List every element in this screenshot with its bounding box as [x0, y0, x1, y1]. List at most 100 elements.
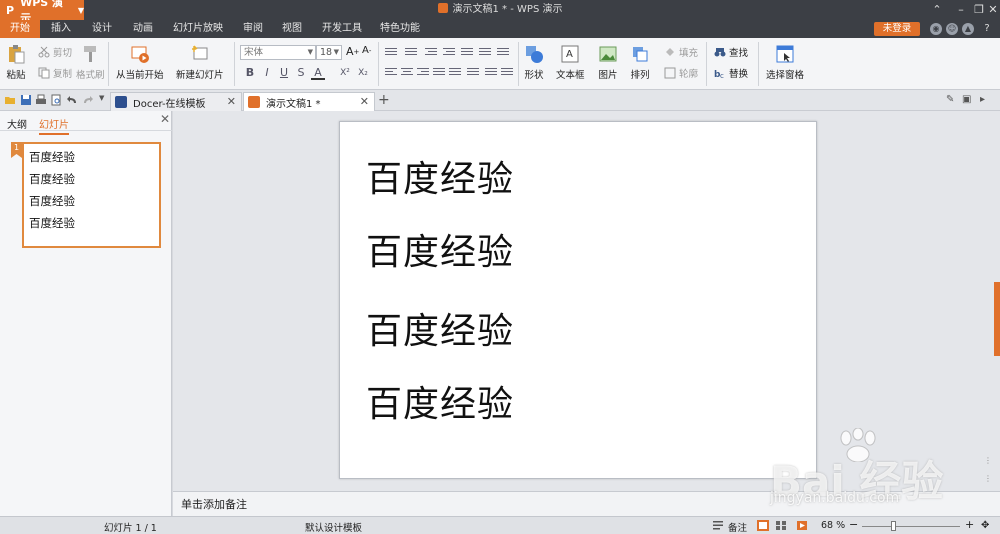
- slide-thumbnail[interactable]: 百度经验 百度经验 百度经验 百度经验: [22, 142, 161, 248]
- tab-special-features[interactable]: 特色功能: [373, 20, 427, 38]
- slide-canvas[interactable]: 百度经验 百度经验 百度经验 百度经验: [339, 121, 817, 479]
- normal-view-icon[interactable]: [757, 520, 769, 531]
- underline-button[interactable]: U: [277, 66, 291, 80]
- zoom-slider-thumb[interactable]: [890, 521, 896, 531]
- slide-sorter-icon[interactable]: [775, 520, 787, 531]
- tab-design[interactable]: 设计: [85, 20, 119, 38]
- print-icon[interactable]: [35, 94, 47, 106]
- copy-button-label[interactable]: 复制: [38, 66, 72, 80]
- zoom-slider[interactable]: [862, 526, 960, 527]
- slide-text-line[interactable]: 百度经验: [366, 302, 514, 354]
- tab-outline[interactable]: 大纲: [7, 116, 27, 131]
- save-icon[interactable]: [20, 94, 32, 106]
- subscript-button[interactable]: X₂: [356, 66, 370, 80]
- undo-icon[interactable]: [66, 94, 78, 106]
- binoculars-icon: [714, 48, 726, 57]
- thumbnail-text-line: 百度经验: [29, 216, 75, 230]
- tab-insert[interactable]: 插入: [44, 20, 78, 38]
- columns-icon[interactable]: [478, 46, 492, 58]
- fit-window-icon[interactable]: ✥: [981, 520, 989, 531]
- justify-icon[interactable]: [432, 66, 446, 78]
- slide-text-line[interactable]: 百度经验: [366, 150, 514, 202]
- tab-animation[interactable]: 动画: [126, 20, 160, 38]
- window-mode-icon[interactable]: ▣: [962, 94, 974, 106]
- zoom-in-button[interactable]: +: [965, 518, 974, 531]
- outline-button[interactable]: 轮廓: [664, 66, 698, 80]
- picture-button[interactable]: 图片: [598, 44, 618, 81]
- font-name-select[interactable]: 宋体 ▼: [240, 45, 316, 60]
- distributed-icon[interactable]: [448, 66, 462, 78]
- close-icon[interactable]: ✕: [160, 112, 170, 126]
- close-icon[interactable]: ✕: [360, 95, 369, 108]
- increase-font-button[interactable]: A +: [346, 45, 359, 58]
- help-button[interactable]: ?: [978, 23, 996, 35]
- new-slide-button[interactable]: 新建幻灯片: [176, 44, 224, 81]
- align-right-icon[interactable]: [416, 66, 430, 78]
- wps-app-menu-button[interactable]: P WPS 演示 ▼: [0, 0, 84, 25]
- feedback-icon[interactable]: ☺: [946, 23, 958, 35]
- fill-button[interactable]: 填充: [664, 45, 698, 59]
- login-button[interactable]: 未登录: [874, 22, 920, 36]
- text-direction-icon[interactable]: [496, 46, 510, 58]
- tab-slides[interactable]: 幻灯片: [39, 116, 69, 135]
- slide-text-line[interactable]: 百度经验: [366, 375, 514, 427]
- shirt-icon[interactable]: ▲: [962, 23, 974, 35]
- notes-toggle[interactable]: 备注: [728, 520, 747, 534]
- numbered-list-icon[interactable]: [404, 46, 418, 58]
- selection-pane-button[interactable]: 选择窗格: [766, 44, 804, 81]
- tab-list-icon[interactable]: ▸: [980, 94, 992, 106]
- decrease-font-button[interactable]: A-: [362, 45, 371, 56]
- arrange-icon: [633, 47, 648, 62]
- selection-pane-icon: [776, 45, 794, 63]
- skin-icon[interactable]: ◉: [930, 23, 942, 35]
- close-button[interactable]: ✕: [982, 0, 1000, 20]
- tab-slideshow[interactable]: 幻灯片放映: [168, 20, 228, 38]
- tab-view[interactable]: 视图: [275, 20, 309, 38]
- zoom-out-button[interactable]: −: [849, 518, 858, 531]
- increase-indent-icon[interactable]: [442, 46, 456, 58]
- cut-button[interactable]: 剪切: [38, 45, 72, 59]
- find-button[interactable]: 查找: [714, 45, 748, 59]
- zoom-level[interactable]: 68 %: [821, 520, 845, 531]
- align-center-icon[interactable]: [400, 66, 414, 78]
- text-box-align-icon[interactable]: [500, 66, 514, 78]
- tools-icon[interactable]: ✎: [946, 94, 958, 106]
- notes-icon[interactable]: [712, 520, 724, 531]
- replace-button[interactable]: bc 替换: [714, 66, 748, 80]
- font-size-select[interactable]: 18 ▼: [316, 45, 342, 60]
- new-tab-button[interactable]: +: [378, 92, 390, 109]
- shape-button[interactable]: 形状: [524, 44, 544, 81]
- font-color-button[interactable]: A: [311, 66, 325, 80]
- tab-presentation-1[interactable]: 演示文稿1 * ✕: [243, 92, 375, 111]
- tab-home[interactable]: 开始: [0, 20, 40, 38]
- vertical-align-icon[interactable]: [466, 66, 480, 78]
- reading-view-icon[interactable]: [796, 520, 808, 531]
- close-icon[interactable]: ✕: [227, 95, 236, 108]
- paragraph-spacing-icon[interactable]: [484, 66, 498, 78]
- bold-button[interactable]: B: [243, 66, 257, 80]
- redo-icon[interactable]: [82, 94, 94, 106]
- open-folder-icon[interactable]: [4, 94, 16, 106]
- tab-developer-tools[interactable]: 开发工具: [317, 20, 367, 38]
- italic-button[interactable]: I: [260, 66, 274, 80]
- superscript-button[interactable]: X²: [338, 66, 352, 80]
- collapse-ribbon-button[interactable]: ⌃: [926, 0, 948, 20]
- tab-review[interactable]: 审阅: [236, 20, 270, 38]
- paste-button[interactable]: 粘贴: [6, 44, 26, 81]
- template-name[interactable]: 默认设计模板: [305, 520, 362, 534]
- shapes-icon: [526, 46, 543, 63]
- format-painter-button[interactable]: 格式刷: [76, 44, 105, 81]
- bullet-list-icon[interactable]: [384, 46, 398, 58]
- decrease-indent-icon[interactable]: [424, 46, 438, 58]
- arrange-button[interactable]: 排列: [630, 44, 650, 81]
- tab-docer-templates[interactable]: Docer-在线模板 ✕: [110, 92, 242, 111]
- textbox-button[interactable]: A 文本框: [556, 44, 585, 81]
- scrollbar-thumb[interactable]: [994, 282, 1000, 356]
- line-spacing-icon[interactable]: [460, 46, 474, 58]
- align-left-icon[interactable]: [384, 66, 398, 78]
- play-from-current-button[interactable]: 从当前开始: [116, 44, 164, 81]
- watermark-url: jingyan.baidu.com: [770, 490, 900, 506]
- print-preview-icon[interactable]: [50, 94, 62, 106]
- slide-text-line[interactable]: 百度经验: [366, 223, 514, 275]
- shadow-button[interactable]: S: [294, 66, 308, 80]
